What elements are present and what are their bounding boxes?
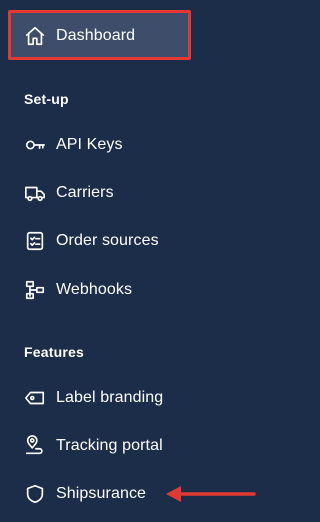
key-icon [24, 134, 46, 156]
sidebar-item-label: Shipsurance [56, 485, 147, 502]
sidebar-item-tracking-portal[interactable]: Tracking portal [0, 426, 250, 466]
sidebar-item-label: Tracking portal [56, 437, 163, 454]
sidebar-item-label: Label branding [56, 389, 164, 406]
sidebar-item-label-branding[interactable]: Label branding [0, 378, 250, 418]
sidebar-item-label: Order sources [56, 232, 159, 249]
webhook-icon [24, 279, 46, 301]
home-icon [24, 25, 46, 47]
sidebar-item-order-sources[interactable]: Order sources [0, 221, 250, 261]
section-heading-features: Features [24, 344, 84, 360]
sidebar-item-api-keys[interactable]: API Keys [0, 125, 250, 165]
checklist-icon [24, 230, 46, 252]
shield-icon [24, 483, 46, 505]
section-heading-setup: Set-up [24, 91, 69, 107]
sidebar-item-label: Carriers [56, 184, 114, 201]
annotation-arrow-icon [166, 486, 256, 502]
sidebar-item-label: API Keys [56, 136, 123, 153]
tag-icon [24, 387, 46, 409]
sidebar-item-webhooks[interactable]: Webhooks [0, 270, 250, 310]
sidebar-item-label: Webhooks [56, 281, 133, 298]
sidebar-nav: Dashboard Set-up API Keys Carriers Order… [0, 0, 264, 522]
truck-icon [24, 182, 46, 204]
sidebar-item-label: Dashboard [56, 27, 136, 44]
sidebar-item-dashboard[interactable]: Dashboard [8, 12, 190, 60]
sidebar-item-carriers[interactable]: Carriers [0, 173, 250, 213]
map-pin-icon [24, 435, 46, 457]
